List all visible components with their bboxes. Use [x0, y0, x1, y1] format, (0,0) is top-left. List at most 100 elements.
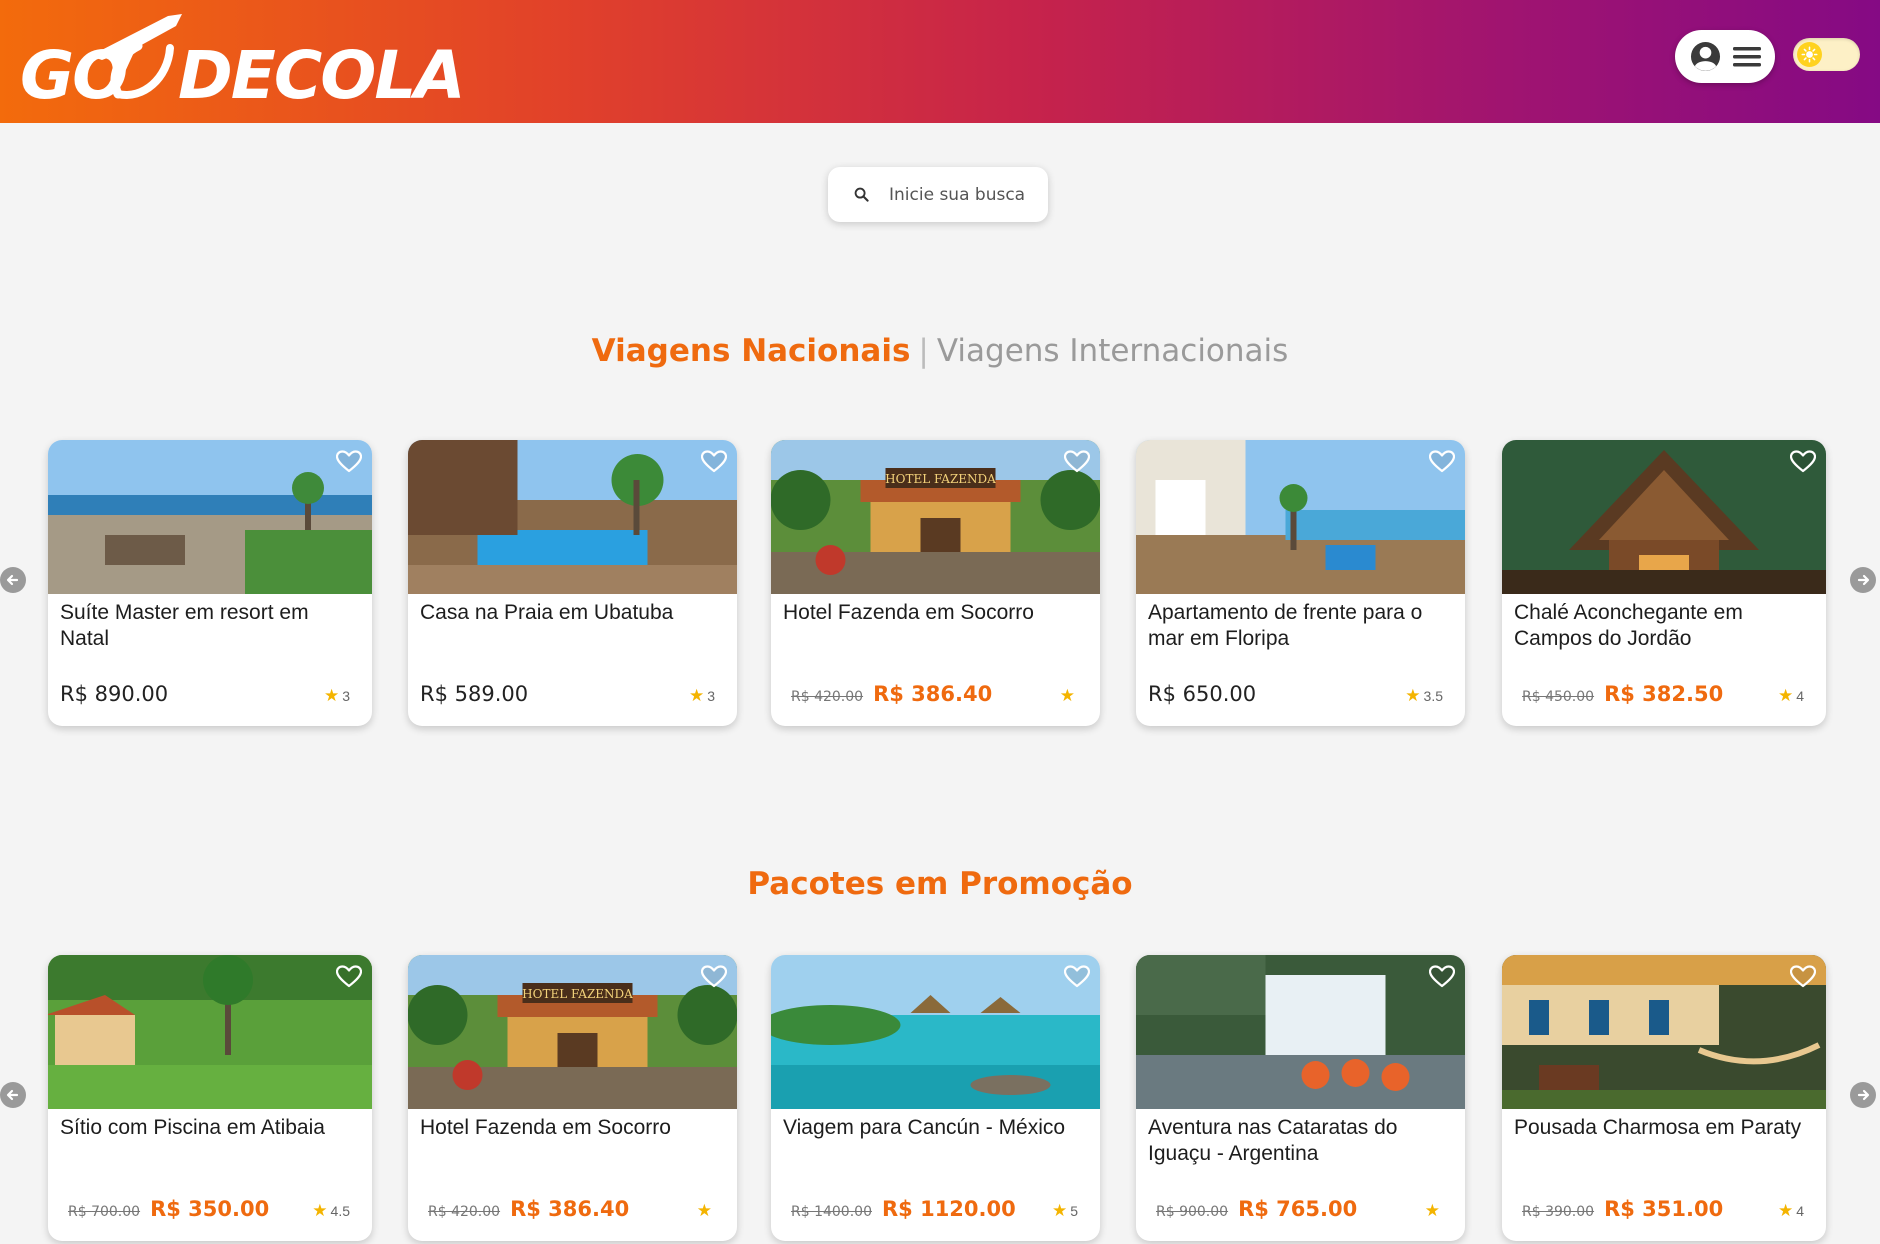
star-icon: ★	[1051, 1201, 1068, 1220]
trip-card[interactable]: Viagem para Cancún - México R$ 1400.00 R$ …	[771, 955, 1100, 1241]
favorite-heart-icon[interactable]	[335, 450, 363, 474]
carousel-next-button[interactable]	[1850, 567, 1876, 593]
current-price: R$ 1120.00	[881, 1197, 1016, 1221]
trip-card[interactable]: Pousada Charmosa em Paraty R$ 390.00 R$ 35…	[1502, 955, 1826, 1241]
trip-title: Hotel Fazenda em Socorro	[783, 601, 1034, 624]
current-price: R$ 386.40	[873, 682, 993, 706]
price-line: R$ 1400.00 R$ 1120.00 ★ 5	[783, 1197, 1078, 1221]
rating: ★ 4	[1778, 686, 1804, 706]
rating: ★	[697, 1201, 715, 1221]
current-price: R$ 386.40	[510, 1197, 630, 1221]
current-price: R$ 890.00	[60, 682, 169, 706]
price-line: R$ 700.00 R$ 350.00 ★ 4.5	[60, 1197, 350, 1221]
trip-card[interactable]: Apartamento de frente para o mar em Flor…	[1136, 440, 1465, 726]
star-icon: ★	[1777, 1201, 1794, 1220]
trip-title: Pousada Charmosa em Paraty	[1514, 1116, 1802, 1139]
favorite-heart-icon[interactable]	[700, 450, 728, 474]
trip-photo	[48, 955, 372, 1109]
top-header: GO DECOLA	[0, 0, 1880, 123]
user-menu-button[interactable]	[1675, 30, 1775, 83]
rating-value: 3	[342, 688, 350, 704]
star-icon: ★	[1424, 1201, 1440, 1220]
rating: ★ 3.5	[1405, 686, 1443, 706]
user-circle-icon	[1690, 41, 1720, 72]
sun-icon	[1797, 42, 1822, 67]
trip-photo	[408, 440, 737, 594]
rating: ★	[1060, 686, 1078, 706]
favorite-heart-icon[interactable]	[1063, 450, 1091, 474]
tab-separator: |	[918, 333, 929, 369]
tab-national-trips[interactable]: Viagens Nacionais	[592, 333, 911, 369]
search-icon	[854, 187, 869, 202]
old-price: R$ 700.00	[68, 1204, 141, 1220]
trip-card[interactable]: Sítio com Piscina em Atibaia R$ 700.00 R$ …	[48, 955, 372, 1241]
national-carousel: Suíte Master em resort em Natal R$ 890.00…	[0, 440, 1880, 730]
current-price: R$ 589.00	[420, 682, 529, 706]
trip-photo: HOTEL FAZENDA	[408, 955, 737, 1109]
arrow-right-icon	[1857, 574, 1870, 586]
rating-value: 5	[1070, 1203, 1078, 1219]
favorite-heart-icon[interactable]	[700, 965, 728, 989]
price-line: R$ 900.00 R$ 765.00 ★	[1148, 1197, 1443, 1221]
trip-title: Casa na Praia em Ubatuba	[420, 601, 674, 624]
star-icon: ★	[1405, 686, 1421, 705]
trip-photo	[1502, 955, 1826, 1109]
fazenda-sign-text: HOTEL FAZENDA	[522, 987, 633, 1001]
current-price: R$ 765.00	[1238, 1197, 1358, 1221]
trip-photo	[1136, 440, 1465, 594]
trip-card[interactable]: HOTEL FAZENDA Hotel Fazenda em Socorro R$ …	[771, 440, 1100, 726]
tab-international-trips[interactable]: Viagens Internacionais	[937, 333, 1288, 369]
star-icon: ★	[312, 1201, 328, 1220]
theme-toggle[interactable]	[1793, 38, 1860, 71]
favorite-heart-icon[interactable]	[335, 965, 363, 989]
star-icon: ★	[696, 1201, 712, 1220]
trip-title: Sítio com Piscina em Atibaia	[60, 1116, 325, 1139]
old-price: R$ 900.00	[1156, 1204, 1229, 1220]
trip-card[interactable]: Aventura nas Cataratas do Iguaçu - Argen…	[1136, 955, 1465, 1241]
current-price: R$ 650.00	[1148, 682, 1257, 706]
hamburger-icon	[1732, 46, 1761, 66]
trip-photo	[1502, 440, 1826, 594]
search-input[interactable]	[889, 184, 1039, 205]
current-price: R$ 351.00	[1604, 1197, 1724, 1221]
star-icon: ★	[688, 686, 705, 705]
arrow-left-icon	[6, 1089, 19, 1101]
favorite-heart-icon[interactable]	[1789, 450, 1817, 474]
favorite-heart-icon[interactable]	[1428, 450, 1456, 474]
trip-photo	[771, 955, 1100, 1109]
current-price: R$ 382.50	[1604, 682, 1724, 706]
favorite-heart-icon[interactable]	[1789, 965, 1817, 989]
trip-card[interactable]: Casa na Praia em Ubatuba R$ 589.00 ★ 3	[408, 440, 737, 726]
rating: ★ 4.5	[312, 1201, 350, 1221]
star-icon: ★	[323, 686, 340, 705]
search-bar[interactable]	[828, 167, 1048, 222]
fazenda-sign-text: HOTEL FAZENDA	[885, 472, 996, 486]
rating: ★ 3	[324, 686, 350, 706]
trip-card[interactable]: Suíte Master em resort em Natal R$ 890.00…	[48, 440, 372, 726]
favorite-heart-icon[interactable]	[1063, 965, 1091, 989]
carousel-prev-button[interactable]	[0, 567, 26, 593]
rating: ★ 4	[1778, 1201, 1804, 1221]
carousel-prev-button[interactable]	[0, 1082, 26, 1108]
trip-photo	[1136, 955, 1465, 1109]
price-line: R$ 650.00 ★ 3.5	[1148, 682, 1443, 706]
star-icon: ★	[1059, 686, 1075, 705]
promo-carousel: Sítio com Piscina em Atibaia R$ 700.00 R$ …	[0, 955, 1880, 1244]
carousel-next-button[interactable]	[1850, 1082, 1876, 1108]
price-line: R$ 890.00 ★ 3	[60, 682, 350, 706]
trip-title: Suíte Master em resort em Natal	[60, 601, 309, 650]
svg-text:DECOLA: DECOLA	[178, 37, 464, 108]
favorite-heart-icon[interactable]	[1428, 965, 1456, 989]
rating-value: 3.5	[1423, 688, 1443, 704]
trip-card[interactable]: Chalé Aconchegante em Campos do Jordão R$…	[1502, 440, 1826, 726]
trip-card[interactable]: HOTEL FAZENDA Hotel Fazenda em Socorro R$ …	[408, 955, 737, 1241]
rating-value: 4	[1796, 688, 1804, 704]
trip-title: Chalé Aconchegante em Campos do Jordão	[1514, 601, 1743, 650]
logo-graphic: GO DECOLA	[20, 14, 466, 114]
old-price: R$ 420.00	[428, 1204, 501, 1220]
rating-value: 4	[1796, 1203, 1804, 1219]
old-price: R$ 390.00	[1522, 1204, 1595, 1220]
old-price: R$ 450.00	[1522, 689, 1595, 705]
go-decola-logo[interactable]: GO DECOLA	[18, 8, 488, 114]
rating-value: 3	[707, 688, 715, 704]
